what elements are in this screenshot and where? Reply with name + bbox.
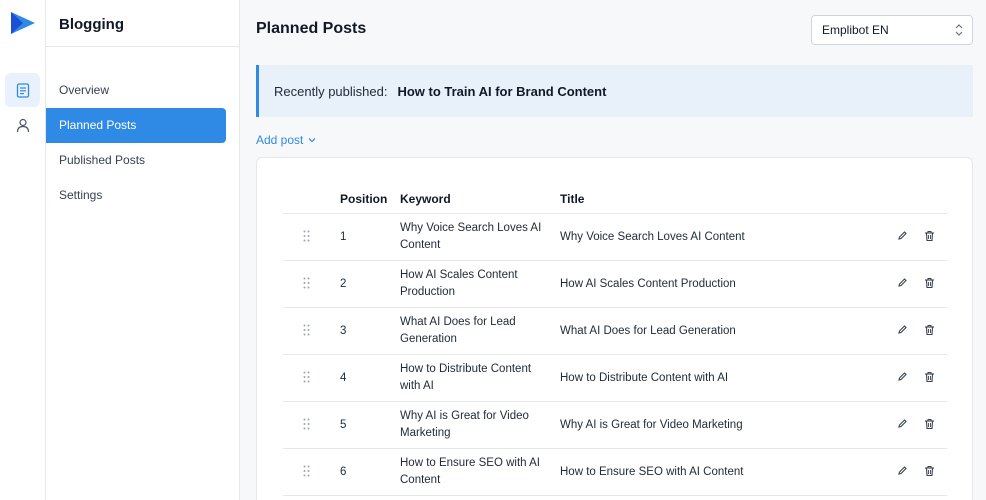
document-icon xyxy=(16,82,29,98)
pencil-icon[interactable] xyxy=(897,465,908,482)
drag-handle-icon[interactable] xyxy=(303,371,310,389)
pencil-icon[interactable] xyxy=(897,324,908,341)
drag-handle-icon[interactable] xyxy=(303,418,310,436)
drag-handle-icon[interactable] xyxy=(303,230,310,248)
drag-handle-icon[interactable] xyxy=(303,277,310,295)
planned-posts-card: Position Keyword Title 1 Why Voice Search… xyxy=(256,157,973,500)
row-keyword: Why AI is Great for Video Marketing xyxy=(400,410,529,439)
sidebar-item-settings[interactable]: Settings xyxy=(46,178,226,213)
table-row[interactable]: 3 What AI Does for Lead Generation What AI… xyxy=(283,308,947,355)
pencil-icon[interactable] xyxy=(897,418,908,435)
column-header-title: Title xyxy=(560,192,585,206)
row-title: What AI Does for Lead Generation xyxy=(560,325,736,337)
sidebar-item-overview[interactable]: Overview xyxy=(46,73,226,108)
table-header: Position Keyword Title xyxy=(283,188,947,214)
row-position: 3 xyxy=(340,325,347,337)
sidebar: Blogging Overview Planned Posts Publishe… xyxy=(46,0,240,500)
row-position: 5 xyxy=(340,419,347,431)
trash-icon[interactable] xyxy=(924,324,935,342)
column-header-keyword: Keyword xyxy=(400,192,451,206)
sidebar-header: Blogging xyxy=(46,0,239,47)
trash-icon[interactable] xyxy=(924,230,935,248)
drag-handle-icon[interactable] xyxy=(303,324,310,342)
row-position: 1 xyxy=(340,231,347,243)
sidebar-item-planned-posts[interactable]: Planned Posts xyxy=(46,108,226,143)
trash-icon[interactable] xyxy=(924,418,935,436)
play-logo-icon[interactable] xyxy=(9,11,37,35)
posts-rail-button[interactable] xyxy=(5,73,40,107)
table-row[interactable]: 6 How to Ensure SEO with AI Content How to… xyxy=(283,449,947,496)
table-row[interactable]: 4 How to Distribute Content with AI How to… xyxy=(283,355,947,402)
page-title: Planned Posts xyxy=(256,20,367,37)
add-post-button[interactable]: Add post xyxy=(256,133,316,147)
row-title: How AI Scales Content Production xyxy=(560,278,736,290)
pencil-icon[interactable] xyxy=(897,371,908,388)
row-title: Why AI is Great for Video Marketing xyxy=(560,419,743,431)
bot-select-value: Emplibot EN xyxy=(822,23,889,37)
bot-select[interactable]: Emplibot EN xyxy=(811,15,973,45)
banner-label: Recently published: xyxy=(274,83,388,99)
section-title: Blogging xyxy=(59,16,124,33)
table-row[interactable]: 1 Why Voice Search Loves AI Content Why Vo… xyxy=(283,214,947,261)
table-row[interactable]: 5 Why AI is Great for Video Marketing Why … xyxy=(283,402,947,449)
row-keyword: How to Ensure SEO with AI Content xyxy=(400,457,540,486)
sidebar-item-published-posts[interactable]: Published Posts xyxy=(46,143,226,178)
trash-icon[interactable] xyxy=(924,371,935,389)
user-icon xyxy=(16,118,29,132)
row-keyword: What AI Does for Lead Generation xyxy=(400,316,516,345)
row-position: 6 xyxy=(340,466,347,478)
row-keyword: How to Distribute Content with AI xyxy=(400,363,532,392)
chevron-down-icon xyxy=(308,138,316,143)
table-row[interactable]: 2 How AI Scales Content Production How AI … xyxy=(283,261,947,308)
select-chevron-icon xyxy=(955,24,963,36)
banner-post-title: How to Train AI for Brand Content xyxy=(397,83,607,99)
column-header-position: Position xyxy=(340,192,388,206)
recently-published-banner: Recently published: How to Train AI for … xyxy=(256,65,973,117)
account-rail-button[interactable] xyxy=(5,108,40,142)
row-keyword: How AI Scales Content Production xyxy=(400,269,518,298)
row-title: How to Distribute Content with AI xyxy=(560,372,729,384)
row-title: Why Voice Search Loves AI Content xyxy=(560,231,745,243)
row-position: 4 xyxy=(340,372,347,384)
row-keyword: Why Voice Search Loves AI Content xyxy=(400,222,542,251)
add-post-label: Add post xyxy=(256,133,304,147)
trash-icon[interactable] xyxy=(924,465,935,483)
drag-handle-icon[interactable] xyxy=(303,465,310,483)
icon-rail xyxy=(0,0,46,500)
trash-icon[interactable] xyxy=(924,277,935,295)
row-position: 2 xyxy=(340,278,347,290)
row-title: How to Ensure SEO with AI Content xyxy=(560,466,744,478)
main-content: Planned Posts Emplibot EN Recently publi… xyxy=(240,0,986,500)
pencil-icon[interactable] xyxy=(897,230,908,247)
pencil-icon[interactable] xyxy=(897,277,908,294)
